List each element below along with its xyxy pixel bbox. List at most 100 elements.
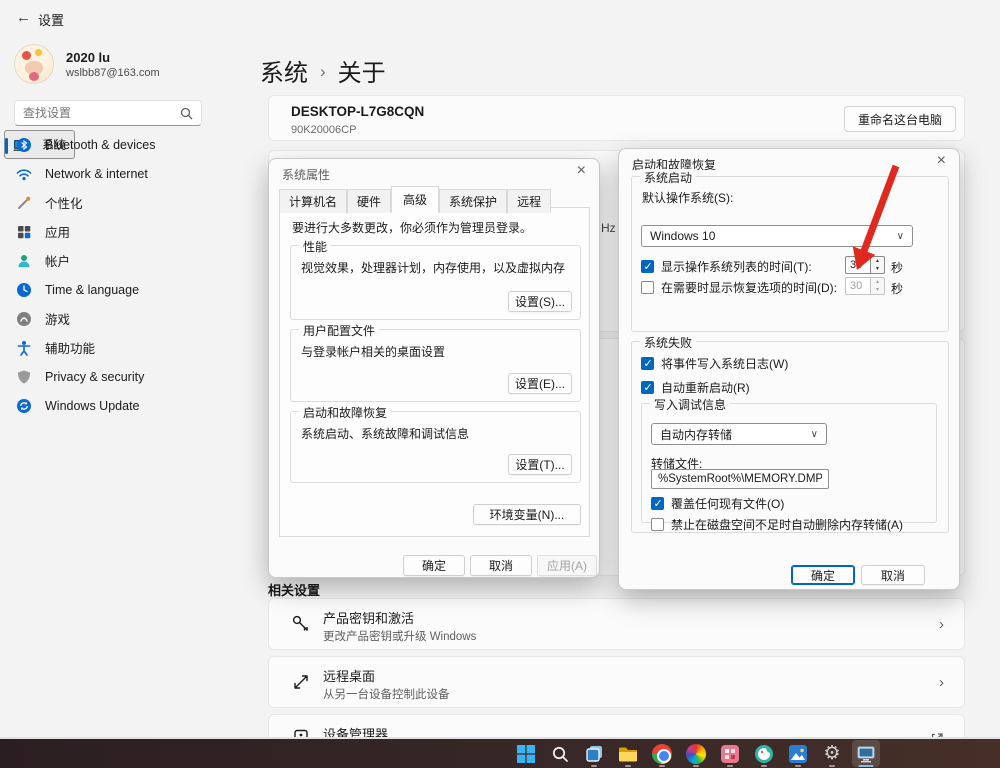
sidebar-item-accounts[interactable]: 帐户: [4, 246, 226, 275]
spin-down-icon: ▼: [871, 286, 884, 294]
spin-up-icon[interactable]: ▲: [871, 257, 884, 265]
taskbar-taskview-button[interactable]: [580, 740, 608, 767]
user-profiles-group: 用户配置文件 与登录帐户相关的桌面设置 设置(E)...: [290, 329, 581, 402]
tab-remote[interactable]: 远程: [507, 189, 551, 213]
group-legend: 写入调试信息: [650, 396, 730, 413]
dump-type-select[interactable]: 自动内存转储 ∨: [651, 423, 827, 445]
environment-variables-button[interactable]: 环境变量(N)...: [473, 504, 581, 525]
tab-content-advanced: 要进行大多数更改，你必须作为管理员登录。 性能 视觉效果，处理器计划，内存使用，…: [279, 207, 590, 537]
spin-down-icon[interactable]: ▼: [871, 265, 884, 273]
sidebar-item-accessibility[interactable]: 辅助功能: [4, 333, 226, 362]
ok-button[interactable]: 确定: [791, 565, 855, 585]
gamepad-icon: [16, 311, 32, 327]
back-icon[interactable]: ←: [16, 9, 31, 26]
apply-button: 应用(A): [537, 555, 597, 576]
sidebar-item-apps[interactable]: 应用: [4, 217, 226, 246]
dump-type-value: 自动内存转储: [660, 426, 732, 443]
system-properties-icon: [856, 744, 876, 764]
show-recovery-label: 在需要时显示恢复选项的时间(D):: [661, 279, 837, 296]
taskbar-pink-app-button[interactable]: [716, 740, 744, 767]
remote-desktop-icon: [291, 672, 311, 692]
no-delete-label: 禁止在磁盘空间不足时自动删除内存转储(A): [671, 516, 903, 533]
write-event-label: 将事件写入系统日志(W): [661, 355, 788, 372]
sidebar-item-privacy[interactable]: Privacy & security: [4, 362, 226, 391]
tab-advanced[interactable]: 高级: [391, 186, 439, 213]
file-explorer-icon: [618, 744, 638, 764]
chevron-down-icon: ∨: [811, 429, 818, 440]
breadcrumb-root[interactable]: 系统: [260, 53, 308, 88]
sidebar: 系统 Bluetooth & devices Network & interne…: [4, 130, 226, 420]
search-input[interactable]: [23, 106, 180, 120]
profiles-settings-button[interactable]: 设置(E)...: [508, 373, 572, 394]
sidebar-item-label: Privacy & security: [45, 370, 144, 384]
gear-icon: ⚙: [823, 744, 840, 763]
cancel-button[interactable]: 取消: [470, 555, 532, 576]
write-event-checkbox[interactable]: [641, 357, 654, 370]
running-indicator: [659, 765, 665, 768]
tab-computer-name[interactable]: 计算机名: [279, 189, 347, 213]
show-os-list-value[interactable]: [845, 256, 871, 274]
no-delete-checkbox[interactable]: [651, 518, 664, 531]
partial-hz-text: Hz: [601, 221, 616, 235]
related-item-subtitle: 更改产品密钥或升级 Windows: [323, 628, 476, 644]
sidebar-item-label: 应用: [45, 222, 70, 241]
taskbar: ⚙: [0, 737, 1000, 768]
seconds-unit: 秒: [891, 280, 903, 297]
brush-icon: [16, 195, 32, 211]
auto-restart-checkbox[interactable]: [641, 381, 654, 394]
sidebar-item-label: 帐户: [45, 251, 70, 270]
taskbar-chrome-button[interactable]: [648, 740, 676, 767]
admin-note: 要进行大多数更改，你必须作为管理员登录。: [292, 219, 532, 236]
startup-settings-button[interactable]: 设置(T)...: [508, 454, 572, 475]
close-icon[interactable]: ×: [577, 163, 586, 179]
tab-hardware[interactable]: 硬件: [347, 189, 391, 213]
sidebar-item-label: Bluetooth & devices: [45, 138, 156, 152]
sidebar-item-personalization[interactable]: 个性化: [4, 188, 226, 217]
cancel-button[interactable]: 取消: [861, 565, 925, 585]
default-os-select[interactable]: Windows 10 ∨: [641, 225, 913, 247]
taskbar-color-wheel-app-button[interactable]: [682, 740, 710, 767]
settings-window: ← 设置 2020 lu wslbb87@163.com 系统 Bluetoot…: [0, 0, 1000, 768]
dump-file-input[interactable]: [651, 469, 829, 489]
seconds-unit: 秒: [891, 259, 903, 276]
chevron-down-icon: ∨: [897, 231, 904, 242]
close-icon[interactable]: ×: [937, 153, 946, 169]
active-indicator: [859, 765, 874, 768]
sidebar-item-network[interactable]: Network & internet: [4, 159, 226, 188]
show-recovery-checkbox[interactable]: [641, 281, 654, 294]
taskbar-start-button[interactable]: [512, 740, 540, 767]
group-legend: 用户配置文件: [299, 322, 379, 339]
startup-recovery-group: 启动和故障恢复 系统启动、系统故障和调试信息 设置(T)...: [290, 411, 581, 483]
taskbar-paint-app-button[interactable]: [750, 740, 778, 767]
taskbar-photos-button[interactable]: [784, 740, 812, 767]
sidebar-item-gaming[interactable]: 游戏: [4, 304, 226, 333]
performance-settings-button[interactable]: 设置(S)...: [508, 291, 572, 312]
related-item-remote-desktop[interactable]: 远程桌面 从另一台设备控制此设备 ›: [268, 656, 965, 708]
rename-pc-button[interactable]: 重命名这台电脑: [844, 106, 956, 132]
taskbar-system-properties-button[interactable]: [852, 740, 880, 767]
sidebar-item-time-language[interactable]: Time & language: [4, 275, 226, 304]
apps-icon: [16, 224, 32, 240]
update-icon: [16, 398, 32, 414]
auto-restart-row: 自动重新启动(R): [641, 379, 750, 396]
show-os-list-row: 显示操作系统列表的时间(T):: [641, 258, 812, 275]
tab-system-protection[interactable]: 系统保护: [439, 189, 507, 213]
sidebar-item-label: 游戏: [45, 309, 70, 328]
overwrite-checkbox[interactable]: [651, 497, 664, 510]
chevron-right-icon: ›: [939, 674, 944, 691]
startup-recovery-dialog: 启动和故障恢复 × 系统启动 默认操作系统(S): Windows 10 ∨ 显…: [618, 148, 960, 590]
search-icon: [180, 107, 193, 120]
taskbar-settings-button[interactable]: ⚙: [818, 740, 846, 767]
breadcrumb-separator-icon: ›: [320, 60, 326, 82]
sidebar-item-label: Windows Update: [45, 399, 140, 413]
search-box[interactable]: [14, 100, 202, 126]
show-os-list-checkbox[interactable]: [641, 260, 654, 273]
related-item-product-key[interactable]: 产品密钥和激活 更改产品密钥或升级 Windows ›: [268, 598, 965, 650]
sidebar-item-windows-update[interactable]: Windows Update: [4, 391, 226, 420]
taskbar-search-button[interactable]: [546, 740, 574, 767]
avatar[interactable]: [14, 44, 54, 84]
sidebar-item-bluetooth[interactable]: Bluetooth & devices: [4, 130, 226, 159]
ok-button[interactable]: 确定: [403, 555, 465, 576]
taskbar-explorer-button[interactable]: [614, 740, 642, 767]
running-indicator: [625, 765, 631, 768]
